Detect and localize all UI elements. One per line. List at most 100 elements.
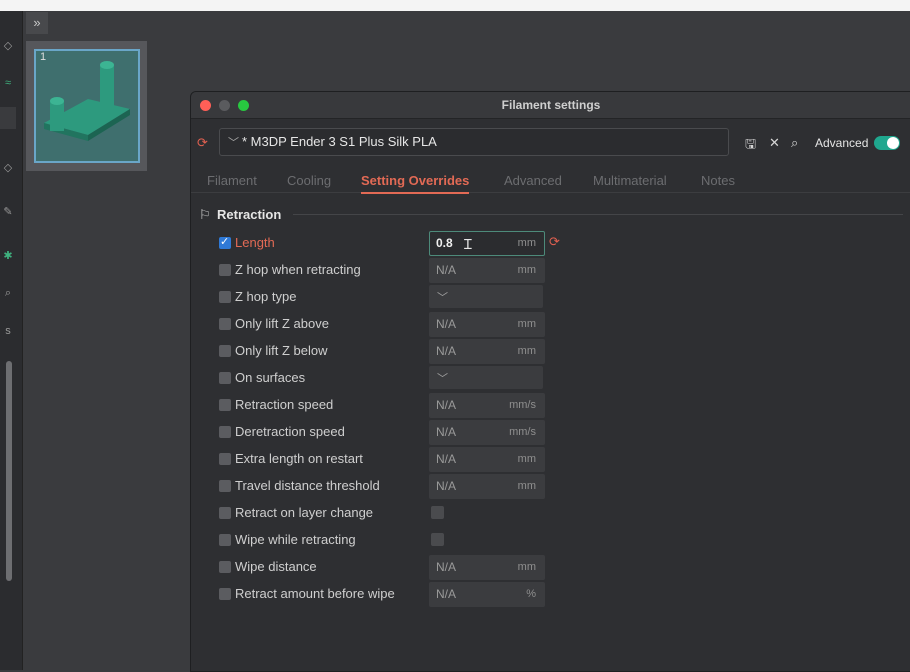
reset-icon[interactable]: ⟳ xyxy=(549,234,560,250)
setting-label: Wipe distance xyxy=(235,559,317,574)
tool-icon[interactable]: ≈ xyxy=(0,77,16,89)
setting-row: Only lift Z below N/A mm xyxy=(191,339,910,364)
tool-icon[interactable] xyxy=(0,107,16,129)
tab-multimaterial[interactable]: Multimaterial xyxy=(593,173,667,188)
setting-unit: mm/s xyxy=(509,399,536,411)
setting-input[interactable]: N/A mm xyxy=(429,474,545,499)
override-checkbox[interactable] xyxy=(219,318,231,330)
plate-number: 1 xyxy=(40,51,47,63)
setting-input[interactable]: N/A mm xyxy=(429,312,545,337)
tool-icon[interactable]: ◇ xyxy=(0,161,16,174)
override-checkbox[interactable] xyxy=(219,399,231,411)
setting-input[interactable]: N/A mm xyxy=(429,258,545,283)
chevron-down-icon: ﹀ xyxy=(228,137,239,149)
setting-row: Only lift Z above N/A mm xyxy=(191,312,910,337)
setting-value: N/A xyxy=(436,398,457,412)
setting-row: Z hop type ﹀ xyxy=(191,285,910,309)
setting-row: Retract amount before wipe N/A% xyxy=(191,582,910,607)
setting-unit: mm/s xyxy=(509,426,536,438)
setting-value: N/A xyxy=(436,560,457,574)
search-icon[interactable]: ⌕ xyxy=(0,287,16,300)
setting-label: Retract amount before wipe xyxy=(235,586,395,601)
search-icon[interactable]: ⌕ xyxy=(791,135,798,151)
setting-row: Travel distance threshold N/A mm xyxy=(191,474,910,499)
setting-input[interactable]: N/A mm xyxy=(429,339,545,364)
override-checkbox[interactable] xyxy=(219,345,231,357)
delete-icon[interactable]: ✕ xyxy=(769,135,780,151)
left-toolbar: ◇ ≈ ◇ ✎ ✱ ⌕ s xyxy=(0,11,23,670)
setting-input[interactable]: N/A% xyxy=(429,582,545,607)
override-checkbox[interactable] xyxy=(219,426,231,438)
setting-label: Retract on layer change xyxy=(235,505,374,520)
override-checkbox[interactable] xyxy=(219,264,231,276)
setting-row: Retraction speed N/A mm/s xyxy=(191,393,910,418)
setting-unit: mm xyxy=(517,453,536,465)
setting-input[interactable]: N/A mm/s xyxy=(429,420,545,445)
setting-label: Wipe while retracting xyxy=(235,532,356,547)
override-checkbox[interactable] xyxy=(219,235,231,249)
tool-icon[interactable]: ◇ xyxy=(0,39,16,52)
setting-input[interactable]: N/A mm xyxy=(429,447,545,472)
tab-setting-overrides[interactable]: Setting Overrides xyxy=(361,173,470,194)
tool-icon[interactable]: ✱ xyxy=(0,249,16,262)
advanced-toggle[interactable] xyxy=(874,136,900,150)
override-checkbox[interactable] xyxy=(219,588,231,600)
setting-unit: mm xyxy=(517,561,536,573)
tool-icon[interactable]: ✎ xyxy=(0,205,16,218)
setting-label: Z hop type xyxy=(235,289,297,304)
tool-icon[interactable]: s xyxy=(0,325,16,337)
setting-value: N/A xyxy=(436,452,457,466)
chevron-down-icon: ﹀ xyxy=(437,373,448,385)
override-checkbox[interactable] xyxy=(219,453,231,465)
section-header: ⚐ Retraction xyxy=(199,207,281,223)
setting-dropdown[interactable]: ﹀ xyxy=(429,366,543,389)
preset-select[interactable]: ﹀ * M3DP Ender 3 S1 Plus Silk PLA xyxy=(219,128,729,156)
tab-filament[interactable]: Filament xyxy=(207,173,257,188)
tab-notes[interactable]: Notes xyxy=(701,173,735,188)
setting-value: N/A xyxy=(436,263,457,277)
setting-label: Only lift Z above xyxy=(235,316,329,331)
setting-dropdown[interactable]: ﹀ xyxy=(429,285,543,308)
override-checkbox[interactable] xyxy=(219,507,231,519)
override-checkbox[interactable] xyxy=(219,372,231,384)
save-icon[interactable]: 🖫 xyxy=(745,135,756,157)
setting-row: Deretraction speed N/A mm/s xyxy=(191,420,910,445)
override-checkbox[interactable] xyxy=(219,480,231,492)
setting-value: N/A xyxy=(436,317,457,331)
setting-input[interactable]: N/A mm/s xyxy=(429,393,545,418)
setting-row: Wipe while retracting xyxy=(191,528,910,552)
model-preview xyxy=(44,61,130,141)
text-cursor-icon: Ɪ xyxy=(464,236,472,252)
setting-checkbox[interactable] xyxy=(431,533,444,546)
reset-icon[interactable]: ⟳ xyxy=(197,135,208,151)
setting-value: N/A xyxy=(436,425,457,439)
setting-checkbox[interactable] xyxy=(431,506,444,519)
setting-value: N/A xyxy=(436,344,457,358)
setting-value: N/A xyxy=(436,587,457,601)
setting-row: Wipe distance N/A mm xyxy=(191,555,910,580)
flag-icon: ⚐ xyxy=(199,207,211,222)
setting-value: 0.8 xyxy=(436,236,453,250)
section-title: Retraction xyxy=(217,207,282,222)
override-checkbox[interactable] xyxy=(219,291,231,303)
tab-bar: Filament Cooling Setting Overrides Advan… xyxy=(191,170,910,194)
top-strip xyxy=(0,0,910,11)
setting-unit: mm xyxy=(517,345,536,357)
toggle-knob xyxy=(887,137,899,149)
setting-row: On surfaces ﹀ xyxy=(191,366,910,390)
override-checkbox[interactable] xyxy=(219,534,231,546)
setting-label: Travel distance threshold xyxy=(235,478,380,493)
scrollbar[interactable] xyxy=(6,361,12,581)
override-checkbox[interactable] xyxy=(219,561,231,573)
filament-settings-dialog: Filament settings ⟳ ﹀ * M3DP Ender 3 S1 … xyxy=(190,91,910,672)
setting-row: Length 0.8 Ɪmm ⟳ xyxy=(191,231,910,256)
chevron-down-icon: ﹀ xyxy=(437,292,448,304)
tab-advanced[interactable]: Advanced xyxy=(504,173,562,188)
tab-cooling[interactable]: Cooling xyxy=(287,173,331,188)
plate-thumbnail[interactable]: 1 xyxy=(26,41,147,171)
setting-unit: mm xyxy=(517,237,536,249)
double-chevron-icon[interactable]: » xyxy=(26,12,48,34)
setting-input[interactable]: N/A mm xyxy=(429,555,545,580)
setting-row: Z hop when retracting N/A mm xyxy=(191,258,910,283)
setting-input[interactable]: 0.8 Ɪmm xyxy=(429,231,545,256)
